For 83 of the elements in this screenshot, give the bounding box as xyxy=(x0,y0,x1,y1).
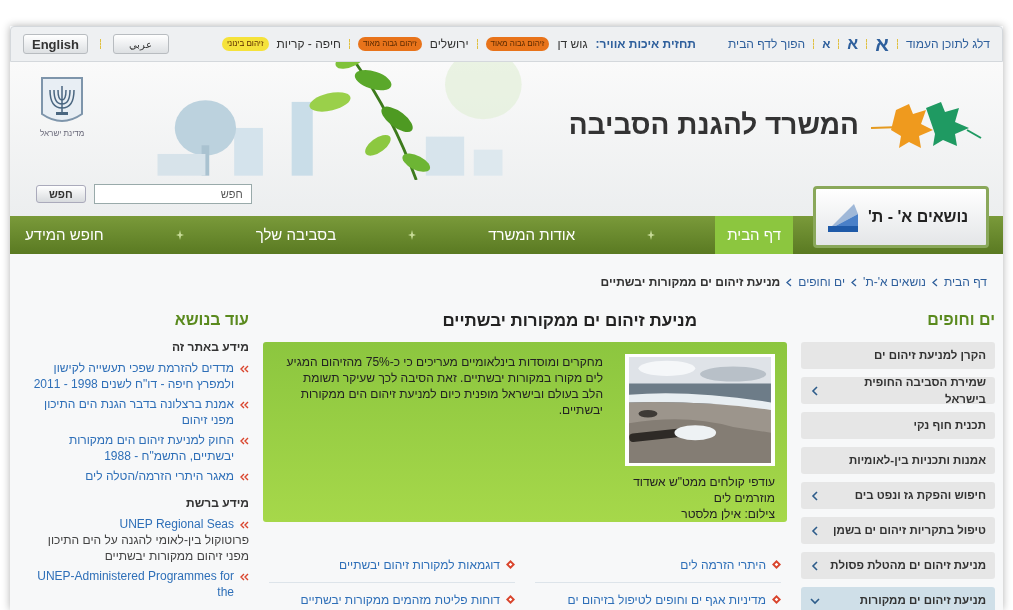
sidebar-title: ים וחופים xyxy=(926,310,995,330)
pollution-badge: זיהום גבוה מאוד xyxy=(357,37,422,51)
diamond-bullet-icon xyxy=(772,595,781,604)
pollution-badge: זיהום בינוני xyxy=(221,37,269,51)
nav-separator-icon xyxy=(408,230,417,240)
air-quality-label: תחזית איכות אוויר: xyxy=(595,36,696,53)
double-chevron-icon xyxy=(240,573,249,581)
sidebar-item[interactable]: הקרן למניעת זיהום ים xyxy=(801,342,995,369)
home-page-link[interactable]: הפוך לדף הבית xyxy=(727,35,806,53)
font-size-button[interactable]: א xyxy=(822,38,831,50)
font-size-button[interactable]: א xyxy=(847,36,859,52)
topic-link[interactable]: דוחות פליטת מזהמים ממקורות יבשתיים xyxy=(269,581,515,610)
topic-link[interactable]: דוגמאות למקורות זיהום יבשתיים xyxy=(269,547,515,582)
topic-link[interactable]: היתרי הזרמה לים xyxy=(535,547,781,582)
diamond-bullet-icon xyxy=(506,560,515,569)
diamond-bullet-icon xyxy=(506,595,515,604)
region-name: ירושלים xyxy=(429,36,469,53)
region-name: גוש דן xyxy=(557,36,588,53)
double-chevron-icon xyxy=(240,521,249,529)
chevron-down-icon xyxy=(810,595,820,606)
nav-tab[interactable]: אודות המשרד xyxy=(476,216,588,254)
chevron-left-icon xyxy=(810,560,820,571)
region-name: חיפה - קריות xyxy=(276,36,341,53)
nav-tab[interactable]: בסביבה שלך xyxy=(243,216,349,254)
related-link[interactable]: UNEP-Administered Programmes for the xyxy=(28,568,234,600)
sidebar-item[interactable]: מניעת זיהום ים ממקורות xyxy=(801,587,995,610)
breadcrumb-link[interactable]: נושאים א'-ת' xyxy=(863,273,926,291)
nav-separator-icon xyxy=(647,230,656,240)
section-heading: מידע ברשת xyxy=(185,495,249,512)
diamond-bullet-icon xyxy=(772,560,781,569)
link-description: פרוטוקול בין-לאומי להגנה על הים התיכון מפני זיהום ממקורות יבשתיים xyxy=(46,532,249,564)
language-button[interactable]: عربي xyxy=(112,34,169,54)
emblem-caption: מדינת ישראל xyxy=(40,128,85,140)
related-link[interactable]: מדדים להזרמת שפכי תעשייה לקישון ולמפרץ חיפה - דו"ח לשנים 1998 - 2011 xyxy=(28,360,234,392)
page-heading: מניעת זיהום ים ממקורות יבשתיים xyxy=(441,310,698,332)
font-size-button[interactable]: א xyxy=(875,34,889,54)
skip-link[interactable]: דלג לתוכן העמוד xyxy=(905,35,990,53)
related-link[interactable]: החוק למניעת זיהום הים ממקורות יבשתיים, התשמ"ח - 1988 xyxy=(28,432,234,464)
divider xyxy=(838,39,840,49)
intro-text: מחקרים ומוסדות בינלאומיים מעריכים כי כ-75% מהזיהום המגיע לים מקורו במקורות יבשתיים. זאת הסיבה לכך שעיקר תשומת הלב בעולם ובישראל מופנית כיום למניעת זיהום הים ממקורות יבשתיים. xyxy=(285,353,603,419)
related-link[interactable]: אמנת ברצלונה בדבר הגנת הים התיכון מפני זיהום xyxy=(28,396,234,428)
sidebar-item[interactable]: מניעת זיהום ים מהטלת פסולת xyxy=(801,552,995,579)
divider xyxy=(348,39,350,49)
sidebar-item[interactable]: תכנית חוף נקי xyxy=(801,412,995,439)
divider xyxy=(813,39,815,49)
section-heading: מידע באתר זה xyxy=(170,339,249,356)
breadcrumb-chevron-icon xyxy=(931,277,938,287)
sidebar-item[interactable]: שמירת הסביבה החופית בישראל xyxy=(801,377,995,404)
nav-separator-icon xyxy=(175,230,184,240)
site-title: המשרד להגנת הסביבה xyxy=(568,108,859,142)
double-chevron-icon xyxy=(240,365,249,373)
search-button[interactable]: חפש xyxy=(36,185,86,203)
chevron-left-icon xyxy=(810,385,820,396)
breadcrumb-chevron-icon xyxy=(786,277,793,287)
chevron-left-icon xyxy=(810,490,820,501)
topics-button[interactable]: נושאים א' - ת' xyxy=(813,186,989,248)
breadcrumb-current: מניעת זיהום ים ממקורות יבשתיים xyxy=(600,274,781,291)
search-field[interactable]: חפש xyxy=(93,184,252,204)
leaves-logo-icon xyxy=(871,100,983,150)
double-chevron-icon xyxy=(240,401,249,409)
nav-tab[interactable]: חופש המידע xyxy=(12,216,116,254)
topic-link[interactable]: מדיניות אגף ים וחופים לטיפול בזיהום ים xyxy=(535,581,781,610)
double-chevron-icon xyxy=(240,473,249,481)
divider xyxy=(476,39,478,49)
breadcrumb-chevron-icon xyxy=(851,277,858,287)
divider xyxy=(99,39,101,49)
photo-caption: עודפי קולחים ממט"ש אשדוד xyxy=(632,473,775,490)
breadcrumb-link[interactable]: ים וחופים xyxy=(798,273,846,291)
language-button[interactable]: English xyxy=(23,34,88,54)
divider xyxy=(866,39,868,49)
sidebar-item[interactable]: טיפול בתקריות זיהום ים בשמן xyxy=(801,517,995,544)
sidebar-item[interactable]: אמנות ותכניות בין-לאומיות xyxy=(801,447,995,474)
photo-caption: צילום: אילן מלסטר xyxy=(680,505,775,522)
photo-caption: מוזרמים לים xyxy=(712,489,775,506)
related-title: עוד בנושא xyxy=(173,310,249,330)
breadcrumb-link[interactable]: דף הבית xyxy=(943,273,987,291)
pollution-badge: זיהום גבוה מאוד xyxy=(485,37,550,51)
chevron-left-icon xyxy=(810,525,820,536)
double-chevron-icon xyxy=(240,437,249,445)
related-link[interactable]: UNEP Regional Seas xyxy=(119,516,234,532)
related-link[interactable]: מאגר היתרי הזרמה/הטלה לים xyxy=(85,468,234,484)
sidebar-item[interactable]: חיפוש והפקת גז ונפט בים xyxy=(801,482,995,509)
divider xyxy=(896,39,898,49)
